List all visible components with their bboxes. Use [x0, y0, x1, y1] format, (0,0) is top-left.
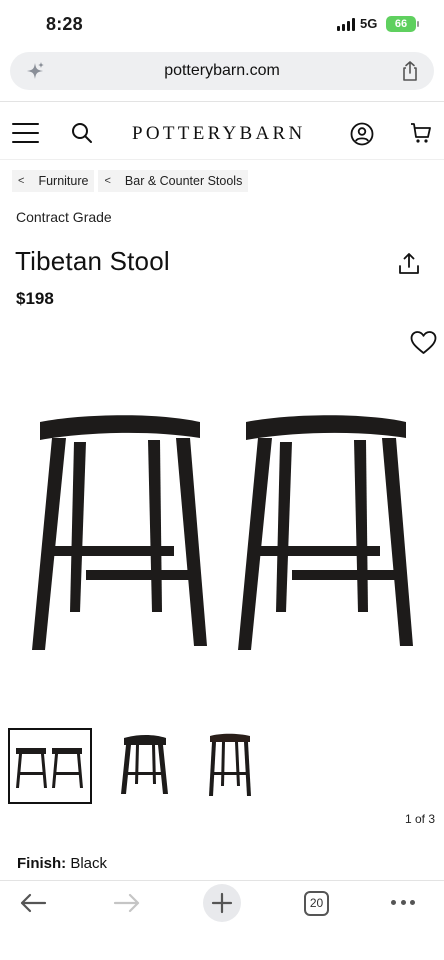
breadcrumb-furniture[interactable]: < Furniture [12, 170, 95, 192]
share-icon[interactable] [398, 252, 420, 276]
thumbnail-2[interactable] [110, 728, 194, 804]
product-grade: Contract Grade [16, 209, 112, 225]
menu-icon[interactable] [12, 123, 39, 143]
finish-label: Finish: [17, 855, 67, 872]
finish-selector: Finish: Black [17, 855, 107, 872]
chevron-left-icon: < [18, 175, 25, 187]
image-pager: 1 of 3 [404, 812, 435, 826]
browser-toolbar: 20 [0, 880, 444, 960]
battery-level: 66 [394, 18, 408, 30]
url-text[interactable]: potterybarn.com [10, 62, 434, 80]
chevron-left-icon: < [104, 175, 111, 187]
thumbnail-image [209, 733, 251, 796]
breadcrumb-bar-counter-stools[interactable]: < Bar & Counter Stools [98, 170, 249, 192]
product-image[interactable] [0, 380, 444, 680]
tabs-icon[interactable]: 20 [304, 891, 329, 916]
divider [0, 159, 444, 160]
thumbnail-image [121, 735, 168, 794]
divider [0, 101, 444, 102]
network-label: 5G [360, 16, 378, 31]
search-icon[interactable] [71, 122, 93, 144]
battery-tip [417, 21, 419, 27]
account-icon[interactable] [350, 122, 374, 146]
finish-value: Black [70, 855, 108, 872]
thumbnail-strip [8, 728, 308, 804]
stool-illustration [238, 415, 413, 650]
site-header: POTTERYBARN [0, 103, 444, 159]
product-price: $198 [16, 289, 54, 308]
cart-icon[interactable] [410, 122, 432, 144]
forward-icon[interactable] [113, 893, 141, 913]
stool-illustration [32, 415, 207, 650]
thumbnail-image [16, 748, 83, 788]
address-bar[interactable]: potterybarn.com [10, 52, 434, 90]
share-icon[interactable] [400, 60, 420, 82]
more-icon[interactable] [391, 900, 415, 906]
thumbnail-1[interactable] [8, 728, 92, 804]
heart-icon[interactable] [410, 330, 437, 355]
thumbnail-3[interactable] [202, 728, 286, 804]
battery-icon: 66 [386, 16, 416, 32]
breadcrumb-label: Furniture [38, 174, 89, 188]
site-logo[interactable]: POTTERYBARN [132, 123, 312, 145]
signal-icon [337, 18, 355, 31]
plus-icon [211, 892, 233, 914]
status-time: 8:28 [46, 14, 83, 34]
new-tab-button[interactable] [203, 884, 241, 922]
product-title: Tibetan Stool [15, 246, 170, 276]
breadcrumb: < Furniture < Bar & Counter Stools [12, 170, 249, 192]
breadcrumb-label: Bar & Counter Stools [124, 174, 243, 188]
back-icon[interactable] [19, 893, 47, 913]
status-bar: 8:28 5G 66 [0, 0, 444, 50]
